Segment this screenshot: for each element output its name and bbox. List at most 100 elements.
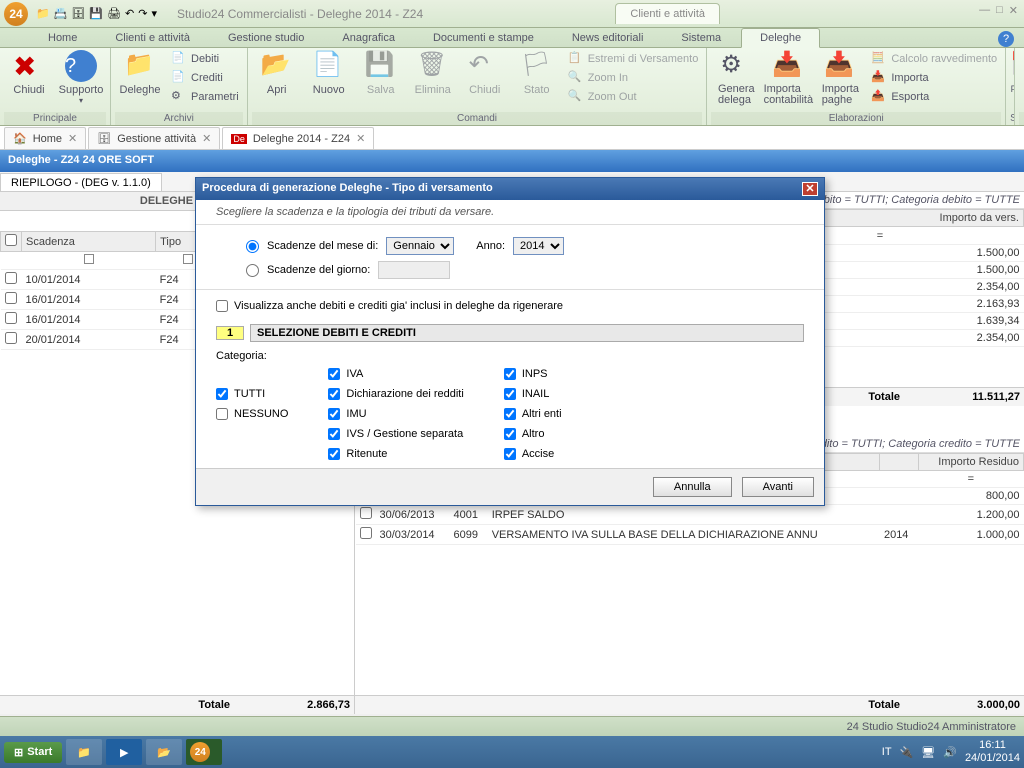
- chk-tutti[interactable]: TUTTI: [216, 388, 288, 400]
- esporta-button[interactable]: 📤Esporta: [867, 88, 1001, 106]
- qat-icon[interactable]: ↷: [138, 7, 147, 20]
- close-icon[interactable]: ✕: [202, 132, 211, 145]
- chiudi2-button[interactable]: ↶Chiudi: [460, 50, 510, 96]
- qat-dropdown[interactable]: ▾: [151, 7, 157, 20]
- lang-indicator[interactable]: IT: [882, 746, 892, 758]
- annulla-button[interactable]: Annulla: [653, 477, 732, 497]
- chk-ivs[interactable]: IVS / Gestione separata: [328, 428, 463, 440]
- app-title: Studio24 Commercialisti - Deleghe 2014 -…: [177, 7, 423, 21]
- qat-icon[interactable]: 📇: [54, 7, 68, 20]
- deleghe-button[interactable]: 📁Deleghe: [115, 50, 165, 96]
- select-all-checkbox[interactable]: [5, 234, 17, 246]
- calcolo-button[interactable]: 🧮Calcolo ravvedimento: [867, 50, 1001, 68]
- genera-delega-button[interactable]: ⚙Genera delega: [711, 50, 761, 106]
- periodo-filter-button[interactable]: 31Periodo: [1019, 50, 1024, 96]
- parametri-button[interactable]: ⚙Parametri: [167, 88, 243, 106]
- importa-button[interactable]: 📥Importa: [867, 69, 1001, 87]
- chk-visualizza[interactable]: [216, 300, 228, 312]
- chk-inail[interactable]: INAIL: [504, 388, 562, 400]
- zoomin-button[interactable]: 🔍Zoom In: [564, 69, 703, 87]
- qat-icon[interactable]: 🗄: [71, 7, 85, 20]
- chk-altro[interactable]: Altro: [504, 428, 562, 440]
- radio-mese[interactable]: [246, 240, 259, 253]
- debiti-button[interactable]: 📄Debiti: [167, 50, 243, 68]
- select-anno[interactable]: 2014: [513, 237, 564, 255]
- tab-anagrafica[interactable]: Anagrafica: [324, 29, 413, 47]
- chk-altri-enti[interactable]: Altri enti: [504, 408, 562, 420]
- chk-dich-redditi[interactable]: Dichiarazione dei redditi: [328, 388, 463, 400]
- dialog-title-text: Procedura di generazione Deleghe - Tipo …: [202, 182, 493, 196]
- doctab-home[interactable]: 🏠Home✕: [4, 127, 86, 149]
- page-header: Deleghe - Z24 24 ORE SOFT: [0, 150, 1024, 172]
- new-icon: 📄: [313, 50, 345, 82]
- qat-icon[interactable]: 🖨: [107, 7, 121, 20]
- row-checkbox[interactable]: [360, 527, 372, 539]
- chk-visualizza-row[interactable]: Visualizza anche debiti e crediti gia' i…: [216, 300, 804, 312]
- task-powershell[interactable]: ▶: [106, 739, 142, 765]
- row-checkbox[interactable]: [360, 507, 372, 519]
- chk-nessuno[interactable]: NESSUNO: [216, 408, 288, 420]
- chiudi-button[interactable]: ✖Chiudi: [4, 50, 54, 96]
- avanti-button[interactable]: Avanti: [742, 477, 814, 497]
- chk-ritenute[interactable]: Ritenute: [328, 448, 463, 460]
- minimize-button[interactable]: —: [979, 4, 990, 17]
- select-mese[interactable]: Gennaio: [386, 237, 454, 255]
- tab-deleghe[interactable]: Deleghe: [741, 28, 820, 48]
- chk-iva[interactable]: IVA: [328, 368, 463, 380]
- chk-inps[interactable]: INPS: [504, 368, 562, 380]
- table-row[interactable]: 30/03/20146099VERSAMENTO IVA SULLA BASE …: [356, 525, 1024, 545]
- radio-giorno[interactable]: [246, 264, 259, 277]
- chk-imu[interactable]: IMU: [328, 408, 463, 420]
- table-row[interactable]: 30/06/20134001IRPEF SALDO1.200,00: [356, 505, 1024, 525]
- clock[interactable]: 16:1124/01/2014: [965, 739, 1020, 765]
- subtab-riepilogo[interactable]: RIEPILOGO - (DEG v. 1.1.0): [0, 173, 162, 191]
- group-label: Archivi: [115, 112, 243, 125]
- qat-icon[interactable]: ↶: [125, 7, 134, 20]
- importa-cont-button[interactable]: 📥Importa contabilità: [763, 50, 813, 106]
- apri-button[interactable]: 📂Apri: [252, 50, 302, 96]
- qat-icon[interactable]: 📁: [36, 7, 50, 20]
- tab-sistema[interactable]: Sistema: [663, 29, 739, 47]
- task-explorer[interactable]: 📁: [66, 739, 102, 765]
- row-checkbox[interactable]: [5, 272, 17, 284]
- tray-icon[interactable]: 🔊: [943, 746, 957, 759]
- tab-clienti[interactable]: Clienti e attività: [97, 29, 208, 47]
- tab-home[interactable]: Home: [30, 29, 95, 47]
- close-icon[interactable]: ✕: [356, 132, 365, 145]
- dialog-close-button[interactable]: ✕: [802, 182, 818, 196]
- help-icon[interactable]: ?: [998, 31, 1014, 47]
- qat-icon[interactable]: 💾: [89, 7, 103, 20]
- elimina-button[interactable]: 🗑Elimina: [408, 50, 458, 96]
- task-folder[interactable]: 📂: [146, 739, 182, 765]
- tab-news[interactable]: News editoriali: [554, 29, 662, 47]
- importa-paghe-button[interactable]: 📥Importa paghe: [815, 50, 865, 106]
- tab-gestione[interactable]: Gestione studio: [210, 29, 322, 47]
- row-checkbox[interactable]: [5, 312, 17, 324]
- chk-accise[interactable]: Accise: [504, 448, 562, 460]
- stato-button[interactable]: 🏳Stato: [512, 50, 562, 96]
- row-checkbox[interactable]: [5, 292, 17, 304]
- zoomin-icon: 🔍: [568, 70, 584, 86]
- doctab-deleghe[interactable]: DeDeleghe 2014 - Z24✕: [222, 127, 374, 149]
- tray-icon[interactable]: 🔌: [900, 746, 914, 759]
- row-checkbox[interactable]: [5, 332, 17, 344]
- zoomout-button[interactable]: 🔍Zoom Out: [564, 88, 703, 106]
- maximize-button[interactable]: □: [996, 4, 1003, 17]
- doctab-gestione[interactable]: 🗄Gestione attività✕: [88, 127, 220, 149]
- tray-icon[interactable]: 🖥: [921, 746, 935, 759]
- close-icon[interactable]: ✕: [68, 132, 77, 145]
- tab-documenti[interactable]: Documenti e stampe: [415, 29, 552, 47]
- windows-icon: ⊞: [14, 746, 23, 759]
- ribbon: ✖Chiudi ?Supporto▾ Principale 📁Deleghe 📄…: [0, 48, 1024, 126]
- task-app24[interactable]: 24: [186, 739, 222, 765]
- group-label: Principale: [4, 112, 106, 125]
- estremi-button[interactable]: 📋Estremi di Versamento: [564, 50, 703, 68]
- col-scadenza[interactable]: Scadenza: [22, 232, 156, 252]
- salva-button[interactable]: 💾Salva: [356, 50, 406, 96]
- close-button[interactable]: ✕: [1009, 4, 1018, 17]
- start-button[interactable]: ⊞Start: [4, 742, 62, 763]
- nuovo-button[interactable]: 📄Nuovo: [304, 50, 354, 96]
- crediti-button[interactable]: 📄Crediti: [167, 69, 243, 87]
- step-number: 1: [216, 326, 244, 340]
- supporto-button[interactable]: ?Supporto▾: [56, 50, 106, 105]
